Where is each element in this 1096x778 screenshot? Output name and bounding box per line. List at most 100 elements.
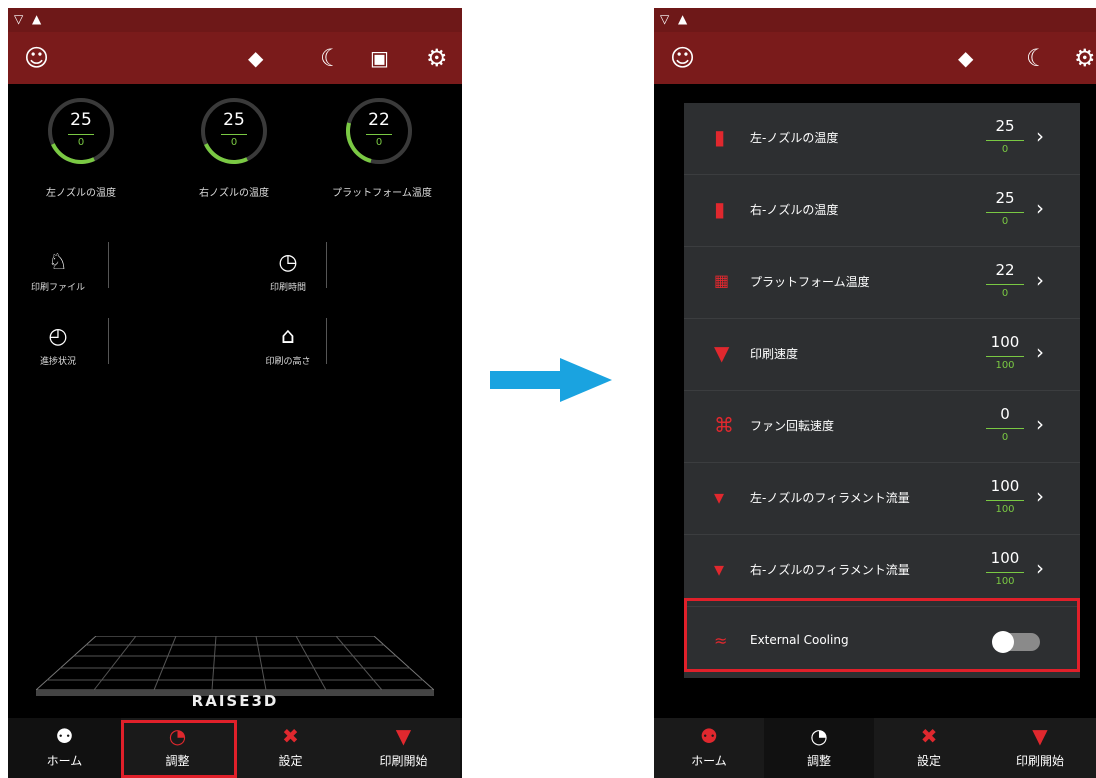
right-nozzle-temp-dial[interactable]: 25 0	[191, 88, 277, 174]
gear-icon[interactable]: ⚙	[426, 44, 448, 72]
dial-arc	[333, 85, 425, 177]
nav-settings[interactable]: ✖ 設定	[234, 718, 347, 778]
row-current: 100	[990, 333, 1020, 351]
left-nozzle-temp-dial[interactable]: 25 0	[38, 88, 124, 174]
dial-arc	[191, 88, 277, 174]
fan-icon: ⌘	[714, 413, 734, 437]
print-time-info: ◷ 印刷時間	[238, 250, 338, 293]
dial-arc	[38, 88, 124, 174]
row-divider	[986, 428, 1024, 429]
top-bar: ☺ ◆ ☾ ▣ ⚙	[8, 32, 462, 84]
eraser-icon[interactable]: ◆	[958, 44, 973, 72]
nav-home[interactable]: ⚉ ホーム	[8, 718, 121, 778]
nav-label: 印刷開始	[379, 754, 428, 768]
pie-chart-icon: ◔	[810, 724, 828, 748]
raise3d-logo: RAISE3D	[191, 692, 279, 710]
bottom-nav: ⚉ ホーム ◔ 調整 ✖ 設定 ▼ 印刷開始	[654, 718, 1096, 778]
platform-temp-dial[interactable]: 22 0	[333, 85, 425, 177]
users-icon: ⚉	[55, 724, 74, 748]
row-target: 0	[1001, 432, 1009, 443]
nav-print-start[interactable]: ▼ 印刷開始	[347, 718, 460, 778]
print-icon: ▼	[395, 724, 412, 748]
row-label: 右-ノズルの温度	[750, 203, 839, 217]
row-target: 0	[1001, 216, 1009, 227]
transition-arrow-icon	[490, 358, 612, 402]
dial-label: プラットフォーム温度	[332, 188, 432, 199]
speed-icon: ▼	[714, 341, 730, 365]
tools-icon: ✖	[282, 724, 299, 748]
nav-home[interactable]: ⚉ ホーム	[654, 718, 764, 778]
info-label: 進捗状況	[39, 357, 76, 367]
dial-current: 25	[70, 110, 92, 130]
chevron-right-icon: ›	[1036, 484, 1044, 508]
divider	[326, 242, 327, 288]
filament-icon: ▾	[714, 485, 725, 509]
row-current: 22	[995, 261, 1015, 279]
row-label: プラットフォーム温度	[750, 275, 870, 289]
chevron-right-icon: ›	[1036, 412, 1044, 436]
nav-label: ホーム	[691, 754, 727, 768]
row-target: 100	[995, 504, 1015, 515]
divider	[108, 242, 109, 288]
robot-icon[interactable]: ☺	[670, 44, 695, 72]
row-current: 25	[995, 117, 1015, 135]
wifi-icon: ▽	[660, 12, 670, 26]
row-divider	[986, 500, 1024, 501]
info-label: 印刷の高さ	[265, 357, 311, 367]
row-left-nozzle-temp[interactable]: ▮ 左-ノズルの温度 25 0 ›	[684, 103, 1080, 175]
row-target: 100	[995, 576, 1015, 587]
gear-icon[interactable]: ⚙	[1074, 44, 1096, 72]
users-icon: ⚉	[700, 724, 718, 748]
progress-info: ◴ 進捗状況	[8, 324, 108, 367]
nav-label: 設定	[916, 754, 941, 768]
row-target: 0	[1001, 144, 1009, 155]
build-plate-grid	[36, 636, 434, 696]
status-bar: ▽ ▲	[8, 8, 462, 32]
row-current: 100	[990, 477, 1020, 495]
row-divider	[986, 356, 1024, 357]
row-label: 右-ノズルのフィラメント流量	[750, 563, 910, 577]
dial-target: 0	[230, 137, 238, 148]
chevron-right-icon: ›	[1036, 124, 1044, 148]
row-divider	[986, 212, 1024, 213]
nozzle-icon: ▮	[714, 125, 726, 149]
pin-icon: ♘	[48, 250, 68, 275]
filament-icon: ▾	[714, 557, 725, 581]
dial-divider	[221, 134, 247, 135]
chevron-right-icon: ›	[1036, 340, 1044, 364]
chevron-right-icon: ›	[1036, 268, 1044, 292]
row-print-speed[interactable]: ▼ 印刷速度 100 100 ›	[684, 319, 1080, 391]
row-divider	[986, 140, 1024, 141]
dial-divider	[68, 134, 94, 135]
robot-icon[interactable]: ☺	[24, 44, 49, 72]
nav-settings[interactable]: ✖ 設定	[874, 718, 984, 778]
row-right-filament-flow[interactable]: ▾ 右-ノズルのフィラメント流量 100 100 ›	[684, 535, 1080, 607]
row-platform-temp[interactable]: ▦ プラットフォーム温度 22 0 ›	[684, 247, 1080, 319]
progress-icon: ◴	[48, 324, 68, 349]
nav-label: 印刷開始	[1015, 754, 1064, 768]
height-icon: ⌂	[281, 324, 295, 349]
status-bar: ▽ ▲	[654, 8, 1096, 32]
platform-icon: ▦	[714, 271, 730, 290]
divider	[326, 318, 327, 364]
dial-label: 右ノズルの温度	[199, 188, 269, 199]
dial-target: 0	[77, 137, 85, 148]
layout-icon[interactable]: ▣	[370, 44, 389, 72]
row-label: 左-ノズルのフィラメント流量	[750, 491, 910, 505]
row-label: 印刷速度	[750, 347, 799, 361]
home-screen: ▽ ▲ ☺ ◆ ☾ ▣ ⚙ 25 0 左ノズルの温度 25 0 右ノズルの温度 …	[8, 8, 462, 778]
moon-icon[interactable]: ☾	[320, 44, 342, 72]
highlight-box	[121, 720, 237, 778]
nav-print-start[interactable]: ▼ 印刷開始	[984, 718, 1096, 778]
dial-label: 左ノズルの温度	[46, 188, 116, 199]
moon-icon[interactable]: ☾	[1026, 44, 1048, 72]
nav-adjust[interactable]: ◔ 調整	[764, 718, 874, 778]
tools-icon: ✖	[920, 724, 938, 748]
row-current: 25	[995, 189, 1015, 207]
row-right-nozzle-temp[interactable]: ▮ 右-ノズルの温度 25 0 ›	[684, 175, 1080, 247]
row-left-filament-flow[interactable]: ▾ 左-ノズルのフィラメント流量 100 100 ›	[684, 463, 1080, 535]
row-label: ファン回転速度	[750, 419, 835, 433]
clock-icon: ◷	[278, 250, 298, 275]
eraser-icon[interactable]: ◆	[248, 44, 263, 72]
row-fan-speed[interactable]: ⌘ ファン回転速度 0 0 ›	[684, 391, 1080, 463]
